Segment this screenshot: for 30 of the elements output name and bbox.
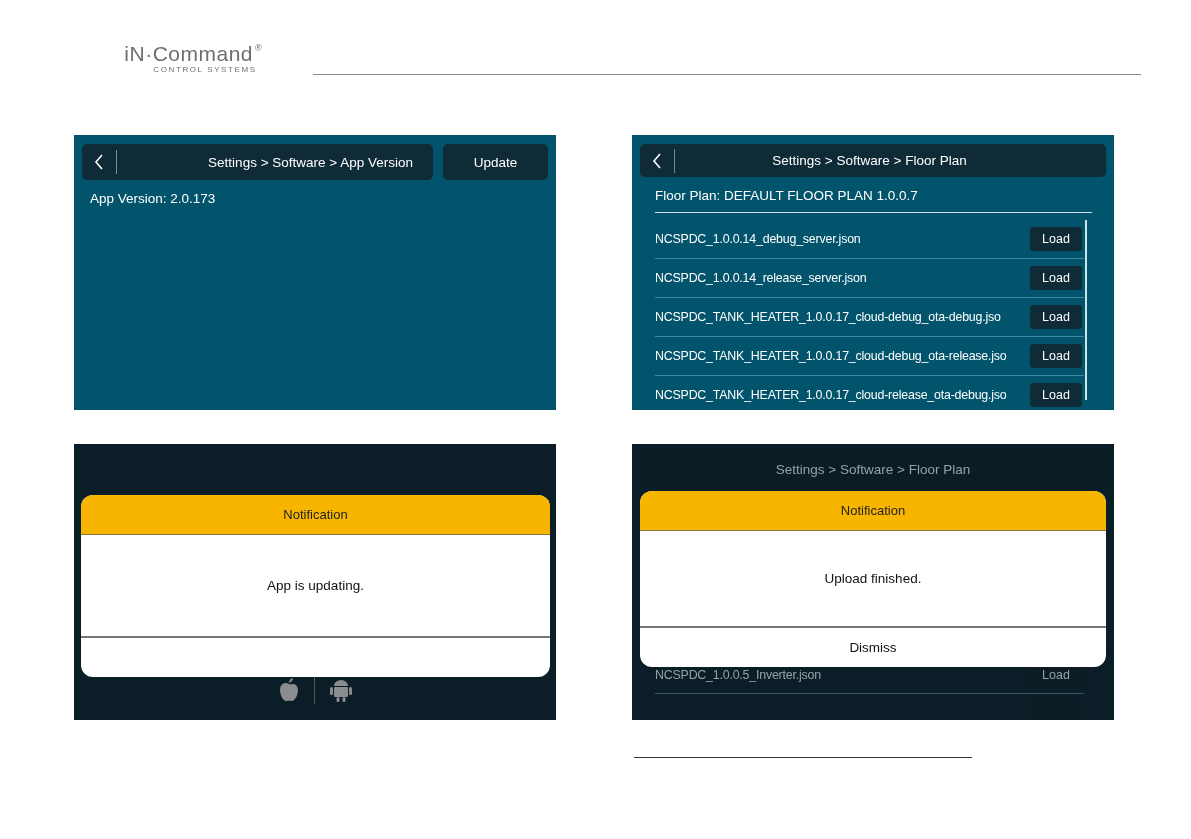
scrollbar[interactable]	[1085, 220, 1087, 400]
dialog-message: App is updating.	[267, 578, 364, 593]
version-text: App Version: 2.0.173	[90, 191, 217, 206]
breadcrumb: Settings > Software > Floor Plan	[774, 462, 972, 477]
back-icon[interactable]	[652, 152, 662, 169]
floor-plan-label: Floor Plan: DEFAULT FLOOR PLAN 1.0.0.7	[655, 188, 1092, 213]
logo-tagline: CONTROL SYSTEMS	[153, 65, 257, 75]
load-button[interactable]: Load	[1030, 344, 1082, 368]
dialog-message: Upload finished.	[824, 571, 922, 586]
android-icon	[328, 678, 353, 702]
file-name: NCSPDC_1.0.0.5_Inverter.json	[655, 668, 821, 683]
file-name: NCSPDC_TANK_HEATER_1.0.0.17_cloud-debug_ota-debug.jso	[655, 310, 1001, 324]
load-button[interactable]: Load	[1030, 266, 1082, 290]
dismiss-button[interactable]: Dismiss	[839, 636, 907, 659]
load-button[interactable]: Load	[1030, 383, 1082, 407]
dialog-title: Notification	[640, 491, 1106, 531]
dialog-title: Notification	[81, 495, 550, 535]
breadcrumb: Settings > Software > Floor Plan	[771, 153, 968, 168]
logo-wordmark: iN·Command	[124, 43, 254, 65]
load-button[interactable]: Load	[1030, 227, 1082, 251]
apple-icon	[277, 678, 300, 702]
update-button[interactable]: Update	[443, 144, 548, 180]
file-name: NCSPDC_TANK_HEATER_1.0.0.17_cloud-debug_ota-release.jso	[655, 349, 1007, 363]
file-name: NCSPDC_1.0.0.14_debug_server.json	[655, 232, 861, 246]
file-name: NCSPDC_1.0.0.14_release_server.json	[655, 271, 867, 285]
load-button[interactable]: Load	[1030, 305, 1082, 329]
registered-mark: ®	[255, 43, 262, 53]
back-icon[interactable]	[94, 154, 104, 170]
breadcrumb: Settings > Software > App Version	[208, 154, 413, 170]
file-name: NCSPDC_TANK_HEATER_1.0.0.17_cloud-release_ota-debug.jso	[655, 388, 1007, 402]
